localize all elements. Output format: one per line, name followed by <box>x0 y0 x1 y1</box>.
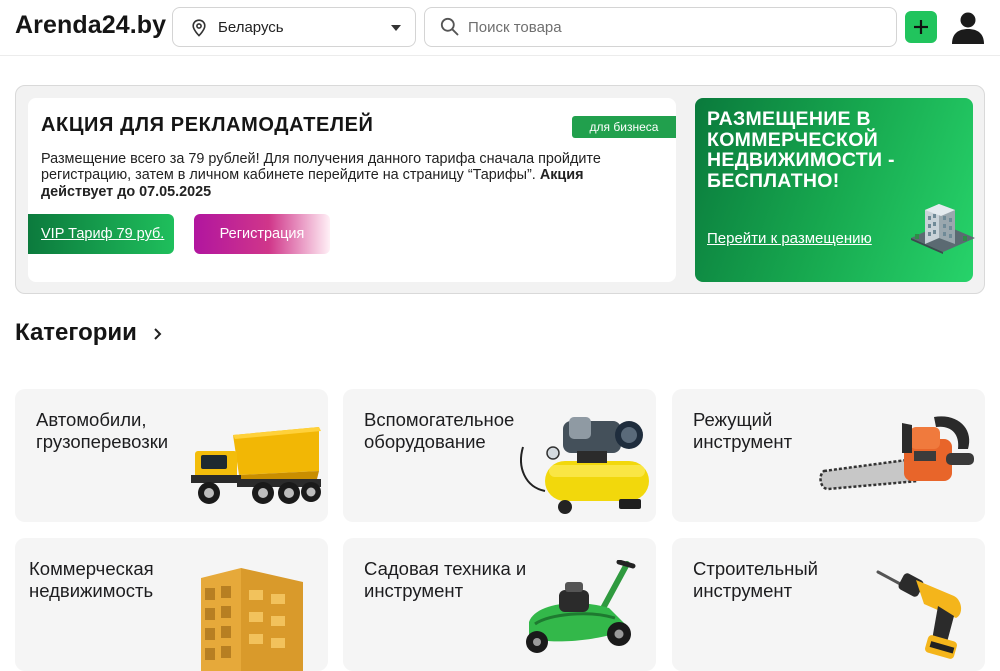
category-card-auxiliary-equipment[interactable]: Вспомогательное оборудование <box>343 389 656 522</box>
chevron-right-icon[interactable] <box>151 326 165 342</box>
drill-icon <box>876 570 962 659</box>
category-label: Вспомогательное оборудование <box>364 409 515 452</box>
promo-title: АКЦИЯ ДЛЯ РЕКЛАМОДАТЕЛЕЙ <box>41 114 374 136</box>
categories-heading[interactable]: Категории <box>15 319 137 347</box>
category-label: Строительный инструмент <box>693 558 818 601</box>
air-compressor-icon <box>520 417 649 514</box>
plus-icon <box>914 20 928 34</box>
promo-banner: АКЦИЯ ДЛЯ РЕКЛАМОДАТЕЛЕЙ для бизнеса Раз… <box>15 85 985 294</box>
category-card-commercial-property[interactable]: Коммерческая недвижимость <box>15 538 328 671</box>
category-card-cutting-tools[interactable]: Режущий инструмент <box>672 389 985 522</box>
commercial-promo-title: РАЗМЕЩЕНИЕ В КОММЕРЧЕСКОЙ НЕДВИЖИМОСТИ -… <box>707 108 895 192</box>
promo-description: Размещение всего за 79 рублей! Для получ… <box>41 151 641 200</box>
search-input[interactable] <box>424 7 897 47</box>
commercial-promo-card[interactable]: РАЗМЕЩЕНИЕ В КОММЕРЧЕСКОЙ НЕДВИЖИМОСТИ -… <box>695 98 975 282</box>
category-card-vehicles[interactable]: Автомобили, грузоперевозки <box>15 389 328 522</box>
category-card-garden-equipment[interactable]: Садовая техника и инструмент <box>343 538 656 671</box>
lawn-mower-icon <box>526 560 636 653</box>
vip-tariff-button[interactable]: VIP Тариф 79 руб. <box>28 214 174 254</box>
site-header: Arenda24.by Беларусь <box>0 0 1000 56</box>
location-pin-icon <box>192 19 206 37</box>
building-icon <box>201 568 303 671</box>
chainsaw-icon <box>819 416 974 491</box>
building-icon <box>911 204 975 254</box>
site-logo[interactable]: Arenda24.by <box>15 11 166 40</box>
user-account-icon[interactable] <box>950 9 986 45</box>
region-select[interactable]: Беларусь <box>172 7 416 47</box>
register-button[interactable]: Регистрация <box>194 214 330 254</box>
chevron-down-icon <box>391 25 401 31</box>
search-icon <box>440 17 459 36</box>
advertisers-promo-card: АКЦИЯ ДЛЯ РЕКЛАМОДАТЕЛЕЙ для бизнеса Раз… <box>28 98 676 282</box>
dump-truck-icon <box>191 427 321 504</box>
category-label: Садовая техника и инструмент <box>364 558 527 601</box>
go-to-listing-link[interactable]: Перейти к размещению <box>707 230 872 247</box>
region-value: Беларусь <box>218 19 284 36</box>
business-badge: для бизнеса <box>572 116 676 138</box>
promo-text-main: Размещение всего за 79 рублей! Для получ… <box>41 151 601 184</box>
add-listing-button[interactable] <box>905 11 937 43</box>
category-card-construction-tools[interactable]: Строительный инструмент <box>672 538 985 671</box>
category-label: Коммерческая недвижимость <box>29 558 154 601</box>
category-label: Автомобили, грузоперевозки <box>36 409 169 452</box>
